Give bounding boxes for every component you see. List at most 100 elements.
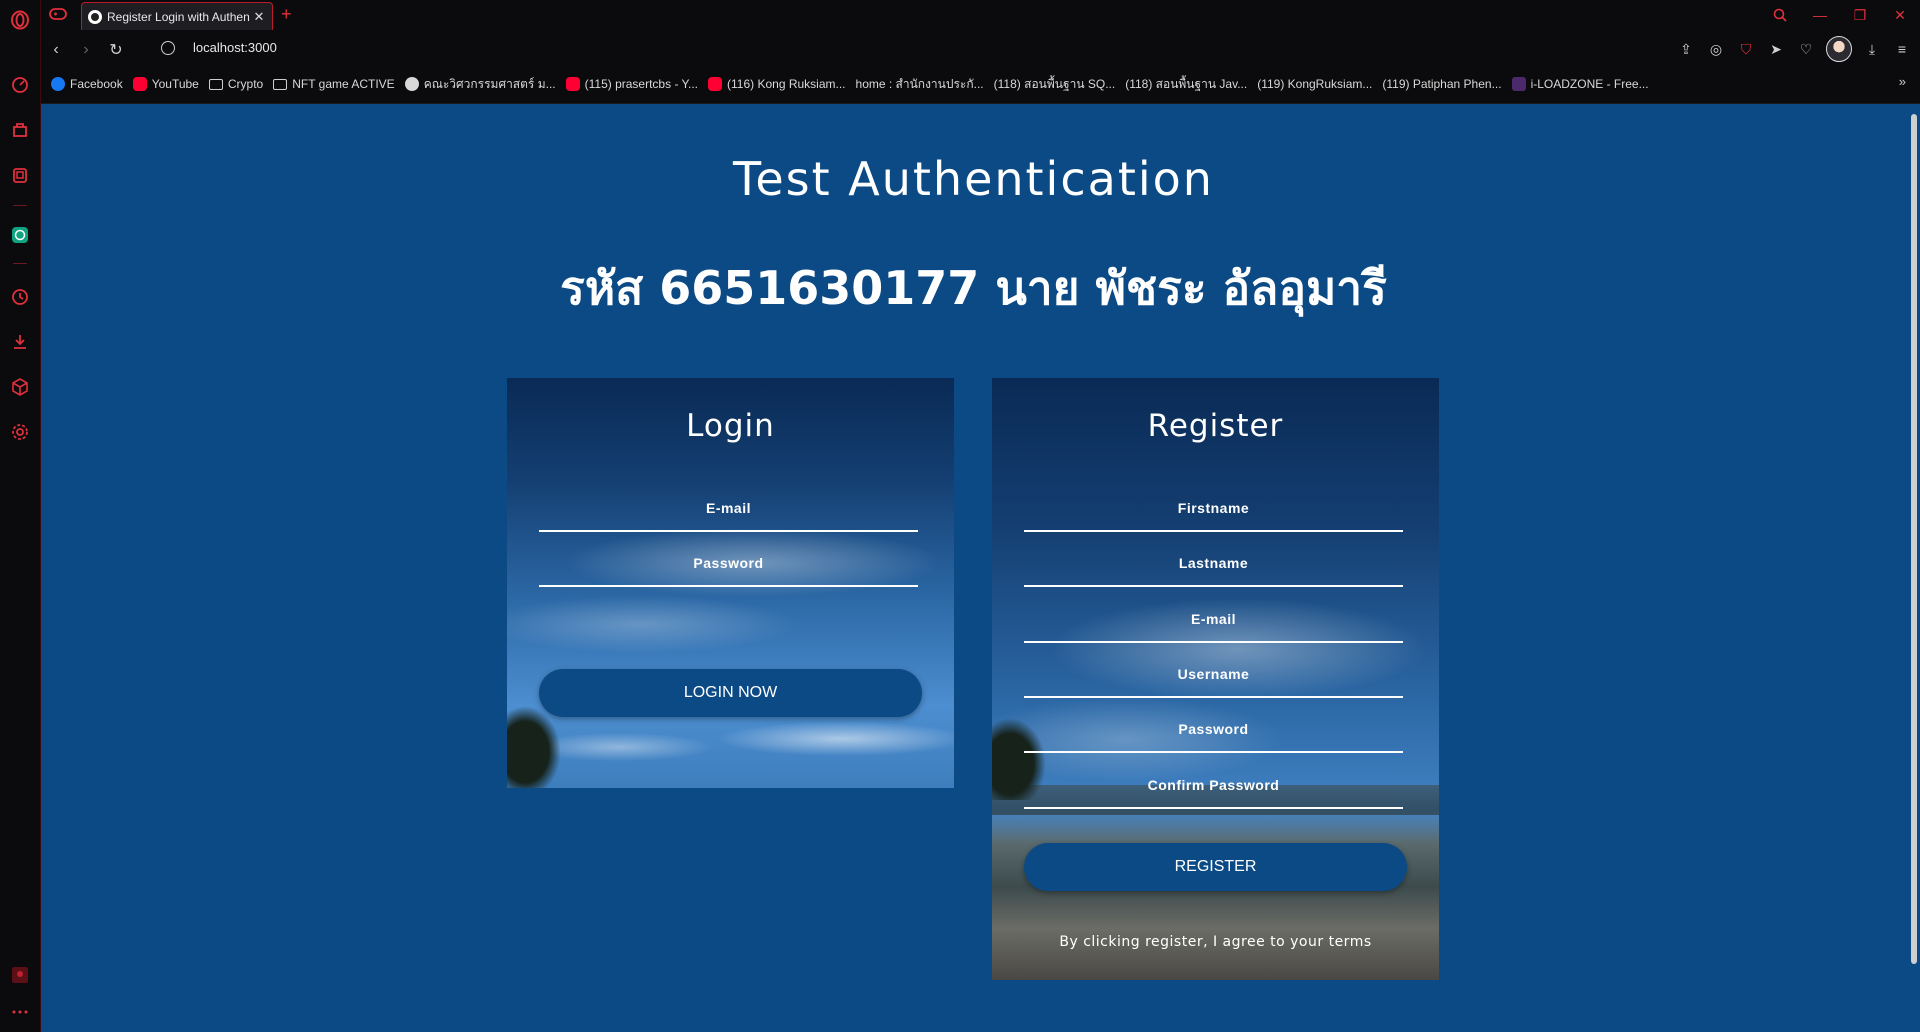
register-username-field [1024, 652, 1403, 698]
page-subtitle: รหัส 6651630177 นาย พัชระ อัลอุมารี [560, 261, 1387, 315]
register-email-input[interactable] [1024, 597, 1403, 641]
login-card: Login LOGIN NOW [507, 378, 954, 788]
bookmark-label: คณะวิศวกรรมศาสตร์ ม... [423, 76, 556, 91]
page-title: Test Authentication [733, 152, 1214, 206]
address-actions: ⇪ ◎ ⛉ ➤ ♡ ⤓ ≡ [1676, 36, 1912, 62]
register-firstname-field [1024, 486, 1403, 532]
scrollbar-thumb[interactable] [1911, 114, 1917, 964]
register-lastname-field [1024, 541, 1403, 587]
youtube-icon [565, 77, 580, 91]
login-email-input[interactable] [539, 486, 918, 530]
snapshot-icon[interactable]: ◎ [1706, 39, 1726, 59]
address-bar: ‹ › ↻ localhost:3000 ⇪ ◎ ⛉ ➤ ♡ ⤓ ≡ [41, 30, 1920, 70]
browser-chrome: Register Login with Authen ✕ + — ❐ ✕ ‹ ›… [41, 0, 1920, 190]
bookmark-item[interactable]: (116) Kong Ruksiam... [708, 77, 846, 91]
gx-profile-icon[interactable] [8, 963, 32, 987]
restore-icon[interactable]: ❐ [1840, 0, 1880, 30]
opera-logo-icon[interactable] [8, 8, 32, 32]
menu-icon[interactable]: ≡ [1892, 39, 1912, 59]
bookmark-label: home : สำนักงานประกั... [855, 76, 984, 91]
site-info-icon[interactable] [161, 40, 175, 55]
bookmark-label: YouTube [151, 77, 199, 91]
tab-close-icon[interactable]: ✕ [252, 9, 266, 25]
more-bookmarks-icon[interactable]: » [1899, 74, 1906, 89]
adblock-shield-icon[interactable]: ⛉ [1736, 39, 1756, 59]
browser-sidebar [0, 0, 41, 1032]
register-password-input[interactable] [1024, 707, 1403, 751]
folder-icon [273, 78, 288, 90]
tab-favicon-icon [88, 9, 102, 24]
bookmark-label: (119) Patiphan Phen... [1382, 77, 1502, 91]
terms-text: By clicking register, I agree to your te… [1059, 934, 1372, 950]
youtube-icon [132, 77, 147, 91]
bookmark-label: Crypto [227, 77, 264, 91]
iloadzone-icon [1511, 77, 1526, 91]
back-icon[interactable]: ‹ [41, 35, 71, 65]
share-icon[interactable]: ⇪ [1676, 39, 1696, 59]
bookmark-item[interactable]: (119) KongRuksiam... [92, 77, 1373, 190]
confirm-password-input[interactable] [1024, 763, 1403, 807]
firstname-input[interactable] [1024, 486, 1403, 530]
bookmark-item[interactable]: i-LOADZONE - Free... [1511, 77, 1649, 91]
bookmark-label: (118) สอนพื้นฐาน SQ... [993, 76, 1116, 91]
gx-corner-icon[interactable] [8, 118, 32, 142]
register-card: Register REGISTER By clicking register, … [992, 378, 1439, 980]
bookmark-label: i-LOADZONE - Free... [1530, 77, 1649, 91]
send-icon[interactable]: ➤ [1766, 39, 1786, 59]
gx-control-icon[interactable] [8, 73, 32, 97]
register-button[interactable]: REGISTER [1024, 843, 1407, 891]
login-password-input[interactable] [539, 541, 918, 585]
bookmark-item[interactable]: (118) สอนพื้นฐาน SQ... [92, 75, 1116, 190]
more-options-icon[interactable] [8, 1000, 32, 1024]
bookmark-item[interactable]: (115) prasertcbs - Y... [565, 77, 699, 91]
login-email-field [539, 486, 918, 532]
tab-active[interactable]: Register Login with Authen ✕ [81, 2, 273, 30]
register-password-field [1024, 707, 1403, 753]
login-password-field [539, 541, 918, 587]
register-confirm-field [1024, 763, 1403, 809]
register-email-field [1024, 597, 1403, 643]
bookmark-label: NFT game ACTIVE [292, 77, 395, 91]
history-icon[interactable] [8, 285, 32, 309]
downloads-icon[interactable] [8, 330, 32, 354]
twitch-icon[interactable] [8, 164, 32, 188]
lastname-input[interactable] [1024, 541, 1403, 585]
reload-icon[interactable]: ↻ [101, 35, 131, 65]
window-controls: — ❐ ✕ [1760, 0, 1920, 30]
bookmark-item[interactable]: YouTube [132, 77, 199, 91]
close-window-icon[interactable]: ✕ [1880, 0, 1920, 30]
bookmark-item[interactable]: (118) สอนพื้นฐาน Jav... [92, 75, 1248, 190]
bookmark-item[interactable]: Facebook [51, 77, 123, 91]
register-heading: Register [1147, 408, 1284, 444]
bookmark-label: (119) KongRuksiam... [1257, 77, 1373, 91]
bookmark-label: (116) Kong Ruksiam... [727, 77, 846, 91]
bookmark-item[interactable]: NFT game ACTIVE [273, 77, 395, 91]
youtube-icon [708, 77, 723, 91]
download-icon[interactable]: ⤓ [1862, 39, 1882, 59]
new-tab-icon[interactable]: + [281, 4, 292, 25]
heart-icon[interactable]: ♡ [1796, 39, 1816, 59]
forward-icon[interactable]: › [71, 35, 101, 65]
bookmark-item[interactable]: คณะวิศวกรรมศาสตร์ ม... [404, 75, 556, 94]
wordpress-icon [404, 77, 419, 91]
gamepad-icon[interactable] [49, 7, 67, 26]
page-scrollbar[interactable] [1906, 104, 1920, 1032]
bookmark-label: (118) สอนพื้นฐาน Jav... [1125, 76, 1248, 91]
bookmark-label: (115) prasertcbs - Y... [584, 77, 699, 91]
extensions-cube-icon[interactable] [8, 375, 32, 399]
rocks-background [992, 810, 1439, 980]
tab-bar: Register Login with Authen ✕ + — ❐ ✕ [41, 0, 1920, 30]
bookmark-item[interactable]: Crypto [208, 77, 264, 91]
username-input[interactable] [1024, 652, 1403, 696]
bookmark-item[interactable]: home : สำนักงานประกั... [92, 75, 984, 190]
minimize-icon[interactable]: — [1800, 0, 1840, 30]
tab-title: Register Login with Authen [107, 9, 250, 24]
chatgpt-icon[interactable] [8, 223, 32, 247]
search-tabs-icon[interactable] [1760, 0, 1800, 30]
url-field[interactable]: localhost:3000 [161, 40, 277, 55]
login-button[interactable]: LOGIN NOW [539, 669, 922, 717]
profile-avatar[interactable] [1826, 36, 1852, 62]
bookmark-item[interactable]: (119) Patiphan Phen... [92, 77, 1502, 190]
bookmarks-bar: Facebook YouTube Crypto NFT game ACTIVE คณะว… [51, 72, 1920, 190]
settings-gear-icon[interactable] [8, 420, 32, 444]
